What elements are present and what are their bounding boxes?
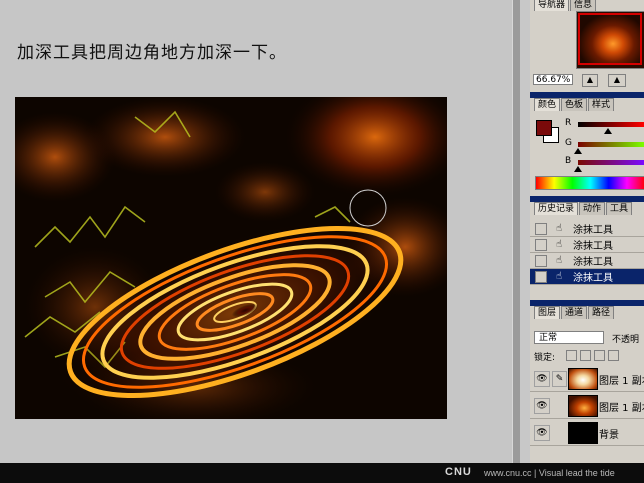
tab-color[interactable]: 颜色 [534, 98, 561, 111]
layer-thumbnail [568, 422, 598, 444]
smudge-icon: ☝ [556, 239, 563, 250]
history-footer [530, 287, 644, 300]
blend-mode-select[interactable]: 正常 [534, 331, 604, 344]
layers-tabs: 图层 通道 路径 [530, 306, 644, 319]
document-area: 加深工具把周边角地方加深一下。 [0, 0, 512, 463]
instruction-text: 加深工具把周边角地方加深一下。 [17, 43, 287, 63]
lock-image-checkbox[interactable] [580, 350, 591, 361]
history-snapshot-checkbox[interactable] [535, 222, 547, 235]
tab-actions[interactable]: 动作 [579, 202, 606, 215]
lock-all-checkbox[interactable] [608, 350, 619, 361]
color-tabs: 颜色 色板 样式 [530, 98, 644, 111]
galaxy-image [15, 97, 447, 419]
tab-history[interactable]: 历史记录 [534, 202, 579, 215]
tab-styles[interactable]: 样式 [588, 98, 615, 111]
smudge-icon: ☝ [556, 223, 563, 234]
opacity-label: 不透明 [612, 335, 640, 345]
lock-label: 锁定: [534, 353, 556, 363]
history-item-label: 涂抹工具 [573, 257, 613, 268]
smudge-icon: ☝ [556, 255, 563, 266]
history-snapshot-checkbox[interactable] [535, 238, 547, 251]
color-spectrum[interactable] [535, 176, 644, 190]
channel-b-handle[interactable] [574, 166, 582, 172]
panel-gutter [520, 0, 530, 463]
history-item-label: 涂抹工具 [573, 273, 613, 284]
eye-icon[interactable]: 👁 [534, 425, 550, 441]
color-palette: 颜色 色板 样式 R G B [530, 92, 644, 196]
history-item[interactable]: ☝ 涂抹工具 [530, 221, 644, 237]
tab-paths[interactable]: 路径 [588, 306, 615, 319]
tab-info[interactable]: 信息 [570, 0, 597, 11]
tab-layers[interactable]: 图层 [534, 306, 561, 319]
link-slot[interactable] [552, 398, 567, 414]
history-snapshot-checkbox[interactable] [535, 254, 547, 267]
eye-icon[interactable]: 👁 [534, 398, 550, 414]
history-item-active[interactable]: ☝ 涂抹工具 [530, 269, 644, 285]
layer-row[interactable]: 👁 图层 1 副本 [530, 392, 644, 419]
tab-channels[interactable]: 通道 [561, 306, 588, 319]
history-tabs: 历史记录 动作 工具 [530, 202, 644, 215]
channel-g-slider[interactable] [578, 142, 644, 147]
navigator-palette: 导航器 信息 66.67% ▲ ▲ [530, 0, 644, 92]
channel-g-handle[interactable] [574, 148, 582, 154]
lock-position-checkbox[interactable] [594, 350, 605, 361]
navigator-view-box[interactable] [578, 13, 642, 65]
channel-r-label: R [565, 118, 572, 128]
layer-row[interactable]: 👁 背景 [530, 419, 644, 446]
layer-thumbnail [568, 395, 598, 417]
zoom-in-icon[interactable]: ▲ [608, 74, 626, 87]
link-slot[interactable] [552, 425, 567, 441]
tab-tools[interactable]: 工具 [606, 202, 633, 215]
smudge-icon: ☝ [556, 271, 563, 282]
zoom-field[interactable]: 66.67% [533, 74, 573, 85]
brush-icon: ✎ [552, 371, 567, 387]
history-item[interactable]: ☝ 涂抹工具 [530, 237, 644, 253]
tab-navigator[interactable]: 导航器 [534, 0, 570, 11]
tab-swatches[interactable]: 色板 [561, 98, 588, 111]
history-item-label: 涂抹工具 [573, 241, 613, 252]
zoom-out-icon[interactable]: ▲ [582, 74, 598, 87]
navigator-tabs: 导航器 信息 [530, 0, 644, 11]
image-canvas[interactable] [15, 97, 447, 419]
eye-icon[interactable]: 👁 [534, 371, 550, 387]
footer-text: www.cnu.cc | Visual lead the tide [484, 468, 615, 478]
layer-row[interactable]: 👁 ✎ 图层 1 副本 [530, 365, 644, 392]
channel-r-handle[interactable] [604, 128, 612, 134]
layer-name: 图层 1 副本 [599, 376, 644, 387]
foreground-color-swatch[interactable] [536, 120, 552, 136]
history-item-label: 涂抹工具 [573, 225, 613, 236]
layer-thumbnail [568, 368, 598, 390]
lock-transparency-checkbox[interactable] [566, 350, 577, 361]
layer-name: 背景 [599, 430, 619, 441]
channel-g-label: G [565, 138, 572, 148]
footer-logo: CNU [445, 466, 472, 478]
channel-b-slider[interactable] [578, 160, 644, 165]
layer-name: 图层 1 副本 [599, 403, 644, 414]
layers-palette: 图层 通道 路径 正常 不透明 锁定: 👁 ✎ 图层 1 副本 👁 图层 1 副… [530, 300, 644, 463]
history-snapshot-checkbox[interactable] [535, 270, 547, 283]
channel-r-slider[interactable] [578, 122, 644, 127]
history-item[interactable]: ☝ 涂抹工具 [530, 253, 644, 269]
channel-b-label: B [565, 156, 572, 166]
footer-bar: CNU www.cnu.cc | Visual lead the tide [0, 463, 644, 483]
history-palette: 历史记录 动作 工具 ☝ 涂抹工具 ☝ 涂抹工具 ☝ 涂抹工具 ☝ 涂抹工具 [530, 196, 644, 300]
